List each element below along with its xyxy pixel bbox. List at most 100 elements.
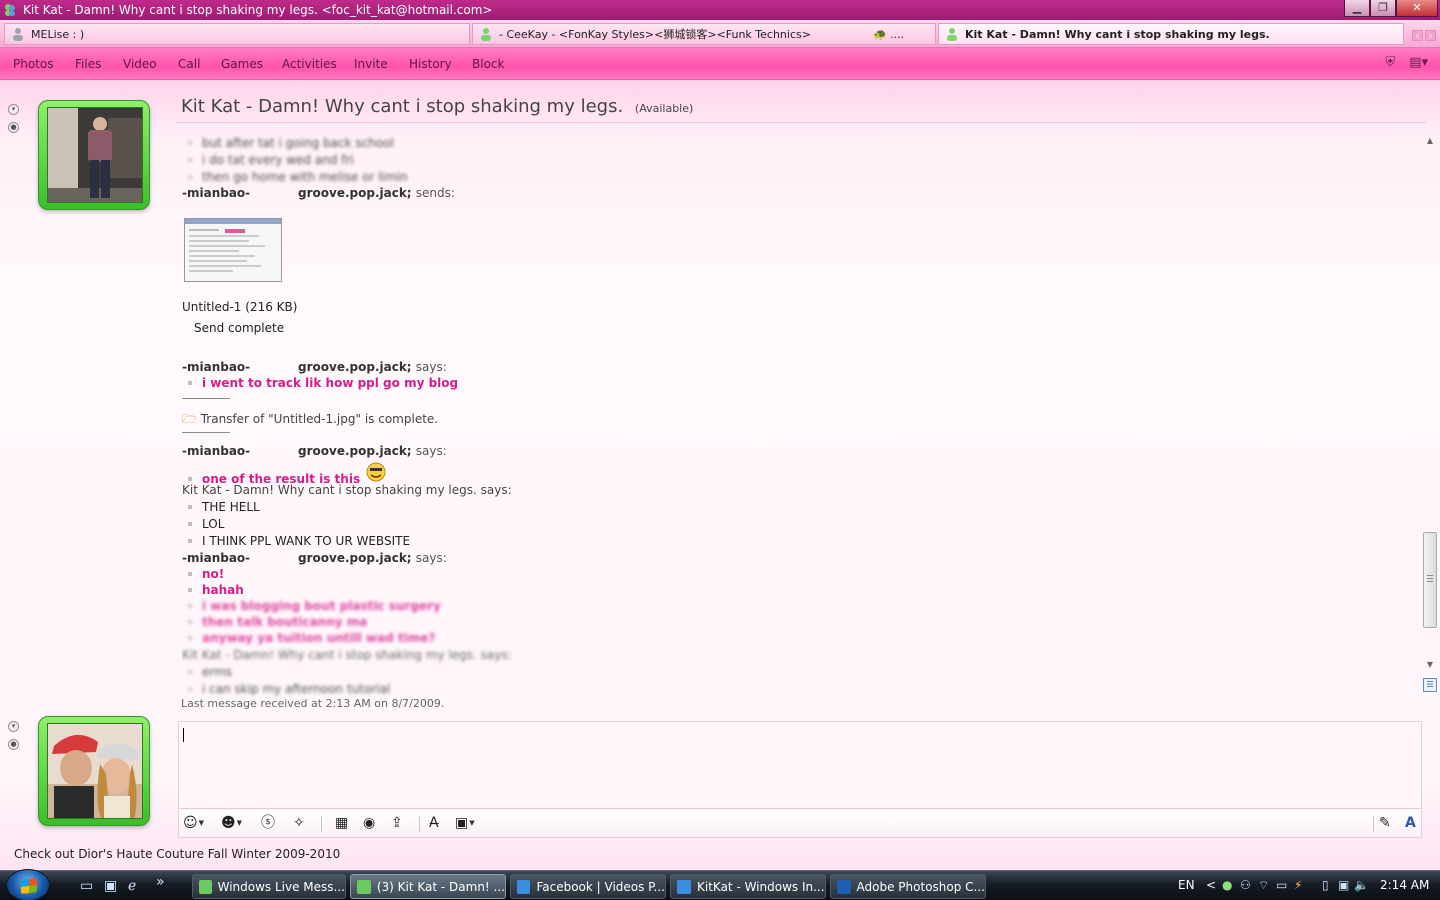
- translate-icon[interactable]: ▣▼: [455, 816, 475, 830]
- background-icon[interactable]: ▦: [335, 816, 348, 830]
- voice-clip-icon[interactable]: ⓢ: [261, 816, 275, 830]
- message-input[interactable]: [178, 721, 1422, 809]
- contact-avatar[interactable]: [38, 100, 150, 210]
- menu-call[interactable]: Call: [178, 57, 200, 71]
- maximize-button[interactable]: ❐: [1370, 0, 1396, 17]
- contact-icon: [481, 28, 491, 41]
- message-scrollbar[interactable]: ▲ ▼: [1422, 134, 1438, 674]
- photoshop-icon: [837, 879, 851, 894]
- switch-windows-icon[interactable]: ▣: [104, 878, 117, 894]
- wireless-icon[interactable]: ⌔: [1258, 878, 1269, 893]
- menu-activities[interactable]: Activities: [282, 57, 337, 71]
- language-indicator[interactable]: EN: [1178, 878, 1195, 892]
- scroll-to-end-icon[interactable]: ☰: [1423, 678, 1437, 692]
- start-button[interactable]: [6, 869, 50, 900]
- sender-alias: -mianbao-: [182, 360, 251, 374]
- message-header: -mianbao- groove.pop.jack; says:: [182, 444, 582, 458]
- message-line: I THINK PPL WANK TO UR WEBSITE: [182, 534, 410, 548]
- block-contact-icon[interactable]: ⛨: [1385, 55, 1395, 70]
- menu-history[interactable]: History: [409, 57, 452, 71]
- contact-status: (Available): [634, 102, 694, 115]
- taskbar-button-kitkat-ie[interactable]: KitKat - Windows In...: [670, 874, 826, 899]
- display-options-icon[interactable]: ▤▾: [1409, 55, 1428, 70]
- message-separator: [182, 432, 230, 433]
- taskbar-button-conversation[interactable]: (3) Kit Kat - Damn! ...: [350, 874, 506, 899]
- tab-scroll-right-icon[interactable]: ›: [1425, 30, 1436, 41]
- tab-melise[interactable]: MELise : ): [4, 23, 470, 45]
- file-thumbnail[interactable]: [184, 218, 282, 282]
- show-desktop-icon[interactable]: ▭: [80, 878, 93, 894]
- collapse-icon[interactable]: ▾: [8, 104, 19, 115]
- message-line: LOL: [182, 517, 224, 531]
- nudge-icon[interactable]: ✧: [293, 816, 305, 830]
- tab-ceekay[interactable]: - CeeKay - <FonKay Styles><狮城锁客><Funk Te…: [472, 23, 936, 45]
- display-icon[interactable]: ▭: [1276, 878, 1287, 892]
- font-icon[interactable]: A̶: [429, 816, 439, 830]
- message-header: -mianbao- groove.pop.jack; says:: [182, 551, 582, 565]
- voice-icon[interactable]: ◉: [363, 816, 375, 830]
- own-avatar[interactable]: [38, 716, 150, 826]
- taskbar-button-messenger[interactable]: Windows Live Mess...: [192, 874, 346, 899]
- tray-expand-icon[interactable]: <: [1206, 878, 1216, 892]
- sender-name: groove.pop.jack; sends:: [298, 186, 455, 200]
- ad-banner[interactable]: Check out Dior's Haute Couture Fall Wint…: [14, 847, 340, 861]
- network-users-icon[interactable]: ⚇: [1240, 878, 1251, 892]
- text-mode-icon[interactable]: A: [1405, 816, 1416, 830]
- menu-photos[interactable]: Photos: [13, 57, 53, 71]
- scroll-thumb[interactable]: [1423, 532, 1437, 628]
- send-file-icon[interactable]: ⇪: [391, 816, 403, 830]
- battery-icon[interactable]: ▯: [1322, 878, 1329, 892]
- conversation-title: Kit Kat - Damn! Why cant i stop shaking …: [181, 96, 693, 117]
- file-status: Send complete: [194, 321, 285, 335]
- message-line: i do tat every wed and fri: [182, 153, 354, 167]
- formatting-toolbar: ☺▼ ☻▼ ⓢ ✧ ▦ ◉ ⇪ A̶ ▣▼ ✎ A: [178, 810, 1422, 838]
- menu-block[interactable]: Block: [472, 57, 504, 71]
- taskbar-button-facebook[interactable]: Facebook | Videos P...: [510, 874, 666, 899]
- system-tray: EN < ● ⚇ ⌔ ▭ ⚡ ▯ ▣ 🔈 2:14 AM: [1140, 871, 1440, 900]
- emoticon-menu-icon[interactable]: ☺▼: [183, 816, 204, 830]
- own-photo: [47, 723, 143, 819]
- ie-icon: [517, 879, 531, 894]
- tab-label: Kit Kat - Damn! Why cant i stop shaking …: [965, 27, 1270, 41]
- messenger-icon: [5, 4, 15, 16]
- safely-remove-icon[interactable]: ⚡: [1294, 878, 1302, 892]
- contact-name: Kit Kat - Damn! Why cant i stop shaking …: [181, 96, 624, 117]
- webcam-icon[interactable]: ●: [8, 739, 19, 750]
- messenger-tray-icon[interactable]: ●: [1222, 878, 1232, 892]
- messenger-icon: [199, 879, 212, 894]
- wink-menu-icon[interactable]: ☻▼: [221, 816, 242, 830]
- scroll-up-icon[interactable]: ▲: [1425, 136, 1435, 146]
- clock[interactable]: 2:14 AM: [1380, 878, 1429, 892]
- menu-games[interactable]: Games: [221, 57, 263, 71]
- tab-kitkat[interactable]: Kit Kat - Damn! Why cant i stop shaking …: [938, 23, 1404, 45]
- menu-files[interactable]: Files: [75, 57, 101, 71]
- menu-video[interactable]: Video: [123, 57, 157, 71]
- tab-scroll-left-icon[interactable]: ‹: [1412, 30, 1423, 41]
- text-caret: [183, 728, 184, 742]
- close-button[interactable]: ✕: [1396, 0, 1438, 17]
- ie-quicklaunch-icon[interactable]: ℯ: [128, 878, 136, 894]
- webcam-icon[interactable]: ●: [8, 122, 19, 133]
- sender-alias: -mianbao-: [182, 186, 251, 200]
- sender-name: groove.pop.jack; says:: [298, 444, 447, 458]
- sender-alias: -mianbao-: [182, 551, 251, 565]
- network-icon[interactable]: ▣: [1338, 878, 1349, 892]
- quicklaunch-more[interactable]: »: [156, 874, 165, 890]
- menu-invite[interactable]: Invite: [354, 57, 388, 71]
- message-log: but after tat i going back school i do t…: [182, 134, 1412, 710]
- sender-name: groove.pop.jack; says:: [298, 551, 447, 565]
- scroll-down-icon[interactable]: ▼: [1425, 660, 1435, 670]
- file-name[interactable]: Untitled-1 (216 KB): [182, 300, 297, 314]
- volume-icon[interactable]: 🔈: [1354, 878, 1369, 892]
- last-message-status: Last message received at 2:13 AM on 8/7/…: [181, 697, 445, 710]
- minimize-button[interactable]: ▁: [1344, 0, 1370, 17]
- message-line: i was blogging bout plastic surgery: [182, 599, 441, 613]
- sender-name: groove.pop.jack; says:: [298, 360, 447, 374]
- message-line: no!: [182, 567, 224, 581]
- conversation-tabs: MELise : ) - CeeKay - <FonKay Styles><狮城…: [0, 20, 1440, 48]
- tab-scroll-controls: ‹ ›: [1412, 30, 1436, 41]
- handwriting-icon[interactable]: ✎: [1379, 816, 1391, 830]
- collapse-icon[interactable]: ▾: [8, 721, 19, 732]
- windows-logo-icon: [21, 878, 37, 894]
- taskbar-button-photoshop[interactable]: Adobe Photoshop C...: [830, 874, 986, 899]
